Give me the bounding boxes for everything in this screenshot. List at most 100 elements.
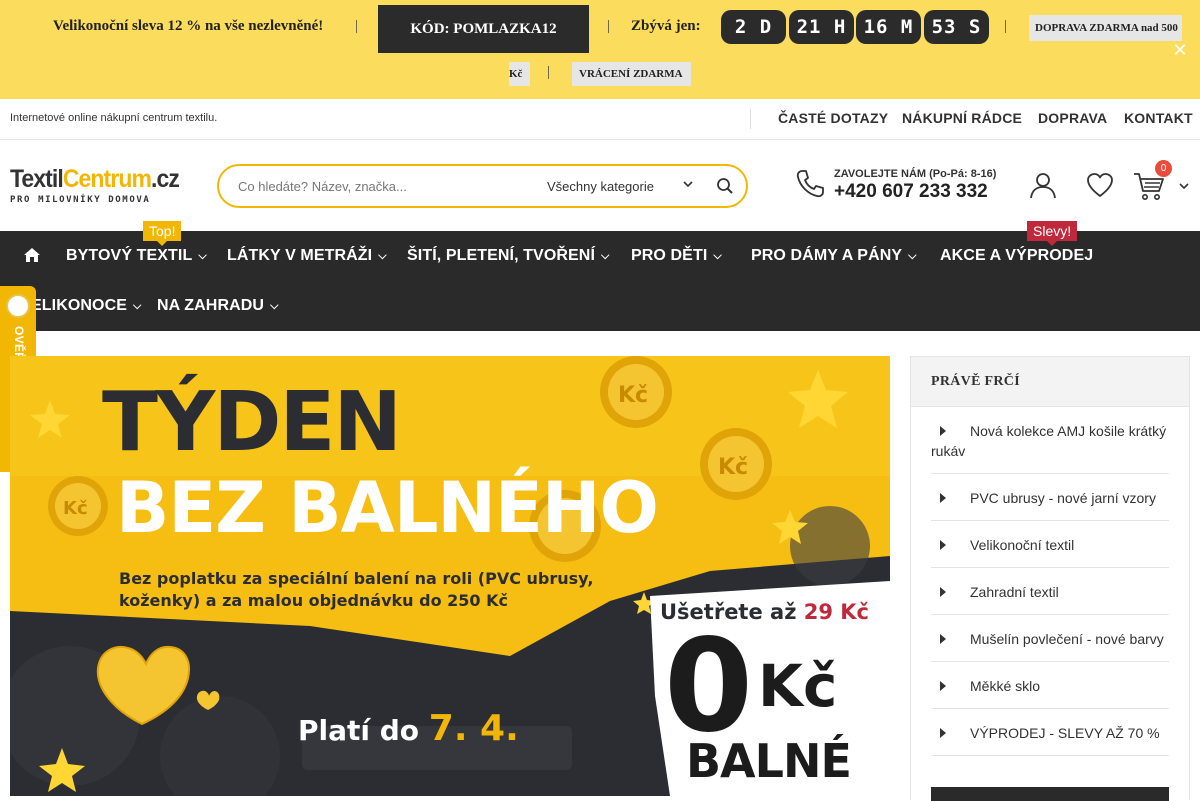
promo-separator: | [547,64,551,80]
top-link-shipping[interactable]: DOPRAVA [1038,110,1107,126]
nav-item-sale[interactable]: AKCE A VÝPRODEJ [940,247,1093,265]
countdown-days: 2 D [721,10,786,44]
banner-savings-amount: 29 Kč [803,600,869,624]
search-category-select[interactable]: Všechny kategorie [547,179,654,194]
banner-subtitle: Bez poplatku za speciální balení na roli… [119,569,594,610]
sidebar-item[interactable]: Nová kolekce AMJ košile krátký rukáv [931,407,1169,474]
main-navigation [0,231,1200,331]
nav-item-sewing[interactable]: ŠITÍ, PLETENÍ, TVOŘENÍ ⌵ [407,247,609,265]
sidebar-item-label: Velikonoční textil [970,537,1075,553]
cart-count-badge: 0 [1155,160,1172,177]
banner-validity: Platí do 7. 4. [298,708,519,749]
sidebar-item[interactable]: Mušelín povlečení - nové barvy [931,615,1169,662]
caret-right-icon [940,681,946,691]
nav-item-fabrics[interactable]: LÁTKY V METRÁŽI ⌵ [227,247,387,265]
nav-item-garden[interactable]: NA ZAHRADU ⌵ [157,297,279,315]
caret-right-icon [940,587,946,597]
promo-separator: | [607,18,611,34]
nav-item-label: AKCE A VÝPRODEJ [940,247,1094,264]
sidebar-item[interactable]: Měkké sklo [931,662,1169,709]
promo-bar: Velikonoční sleva 12 % na vše nezlevněné… [0,0,1200,99]
free-shipping-currency: Kč [509,68,523,80]
site-tagline: Internetové online nákupní centrum texti… [10,112,218,124]
countdown-seconds: 53 S [924,10,989,44]
home-icon[interactable] [23,247,41,268]
banner-title-line1: TÝDEN [102,375,402,470]
nav-item-easter[interactable]: ELIKONOCE ⌵ [31,297,141,315]
chevron-down-icon: ⌵ [133,300,142,312]
svg-text:Kč: Kč [618,383,648,408]
top-link-faq[interactable]: ČASTÉ DOTAZY [778,110,888,126]
phone-icon [794,168,826,205]
phone-number[interactable]: +420 607 233 332 [834,181,988,203]
chevron-down-icon[interactable] [1178,179,1190,197]
nav-item-home-textile[interactable]: BYTOVÝ TEXTIL ⌵ [66,247,207,265]
nav-item-kids[interactable]: PRO DĚTI ⌵ [631,247,722,265]
chevron-down-icon: ⌵ [601,250,610,262]
logo-tagline: PRO MILOVNÍKY DOMOVA [10,195,151,205]
sidebar-item-label: PVC ubrusy - nové jarní vzory [970,490,1156,506]
search-bar: Co hledáte? Název, značka... Všechny kat… [217,164,748,208]
chevron-down-icon: ⌵ [713,250,722,262]
coin-icon: Kč [600,356,672,428]
banner-currency: Kč [758,652,838,720]
logo-part-centrum: Centrum [62,165,152,193]
svg-text:Kč: Kč [718,455,748,480]
logo-wordmark: TextilCentrum.cz [10,165,180,193]
heart-icon[interactable] [1086,172,1114,203]
verified-seal-icon [6,294,30,318]
sidebar-list: Nová kolekce AMJ košile krátký rukáv PVC… [931,407,1169,756]
sidebar-item-label: Mušelín povlečení - nové barvy [970,631,1164,647]
call-label: ZAVOLEJTE NÁM (Po-Pá: 8-16) [834,168,997,180]
sidebar-item[interactable]: Velikonoční textil [931,521,1169,568]
nav-item-label: ELIKONOCE [31,297,128,314]
chevron-down-icon[interactable] [682,178,694,193]
free-shipping-chip[interactable]: DOPRAVA ZDARMA nad 500 [1029,15,1182,41]
sidebar-item-label: Měkké sklo [970,678,1041,694]
free-return-chip[interactable]: VRÁCENÍ ZDARMA [572,62,691,86]
user-icon[interactable] [1029,171,1057,204]
promo-separator: | [355,18,359,34]
sidebar-item-label: VÝPRODEJ - SLEVY AŽ 70 % [970,725,1160,741]
search-icon[interactable] [716,177,734,200]
sidebar-item[interactable]: Zahradní textil [931,568,1169,615]
sidebar-header: PRÁVĚ FRČÍ [911,357,1189,407]
nav-item-label: BYTOVÝ TEXTIL [66,247,193,264]
top-link-contact[interactable]: KONTAKT [1124,110,1193,126]
caret-right-icon [940,426,946,436]
banner-valid-prefix: Platí do [298,714,420,747]
svg-text:Kč: Kč [63,498,88,519]
nav-item-label: LÁTKY V METRÁŽI [227,247,373,264]
countdown-minutes: 16 M [856,10,921,44]
logo-part-tld: .cz [150,165,180,193]
banner-title-line2: BEZ BALNÉHO [116,467,659,549]
nav-item-ladies-gentlemen[interactable]: PRO DÁMY A PÁNY ⌵ [751,247,917,265]
free-return-text: VRÁCENÍ ZDARMA [579,68,683,80]
search-input[interactable]: Co hledáte? Název, značka... [238,179,407,194]
promo-separator: | [1004,18,1008,34]
top-link-shopping-guide[interactable]: NÁKUPNÍ RÁDCE [902,110,1022,126]
banner-fee-word: BALNÉ [686,734,852,788]
caret-right-icon [940,728,946,738]
countdown-hours: 21 H [789,10,854,44]
chevron-down-icon: ⌵ [270,300,279,312]
hero-banner[interactable]: Kč Kč Kč TÝDEN BEZ BALNÉHO Bez poplatku … [10,356,890,796]
chevron-down-icon: ⌵ [908,250,917,262]
promo-code-label: KÓD: POMLAZKA12 [410,20,557,37]
chevron-down-icon: ⌵ [198,250,207,262]
countdown-label: Zbývá jen: [631,18,701,34]
chevron-down-icon: ⌵ [378,250,387,262]
banner-valid-date: 7. 4. [428,708,519,749]
sidebar-item[interactable]: PVC ubrusy - nové jarní vzory [931,474,1169,521]
free-shipping-chip-currency: Kč [509,62,530,86]
sidebar-footer-button[interactable] [931,787,1169,801]
site-logo[interactable]: TextilCentrum.cz PRO MILOVNÍKY DOMOVA [10,166,182,206]
close-icon[interactable]: ✕ [1170,40,1190,60]
promo-code-box[interactable]: KÓD: POMLAZKA12 [378,5,589,53]
sidebar-item[interactable]: VÝPRODEJ - SLEVY AŽ 70 % [931,709,1169,756]
promo-sale-text: Velikonoční sleva 12 % na vše nezlevněné… [53,18,324,34]
sidebar-item-label: Zahradní textil [970,584,1059,600]
caret-right-icon [940,634,946,644]
logo-part-textil: Textil [10,165,64,193]
nav-item-label: PRO DÁMY A PÁNY [751,247,903,264]
